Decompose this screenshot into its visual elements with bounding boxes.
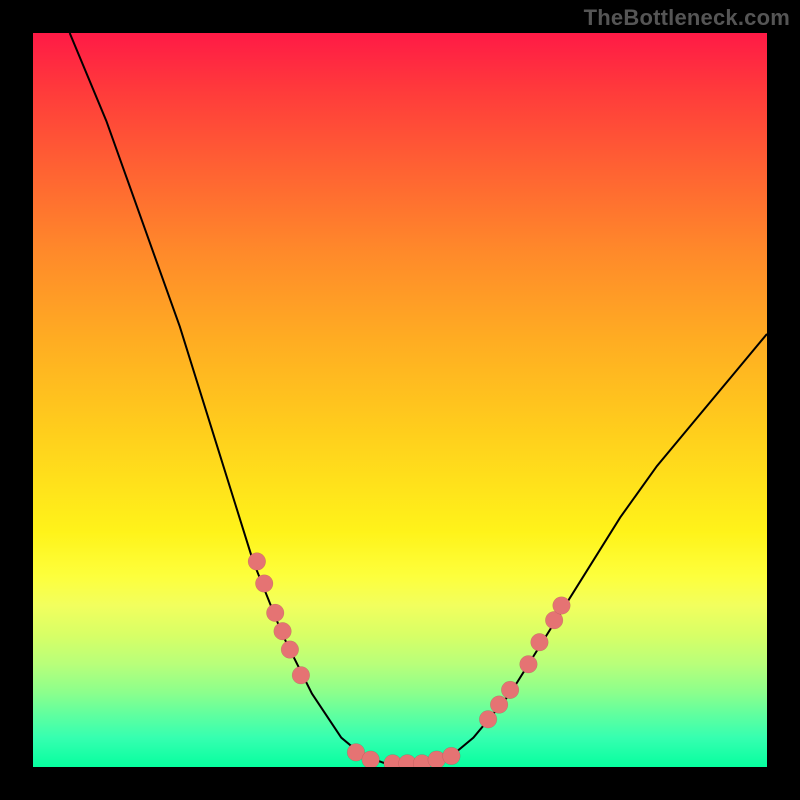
data-point [501, 681, 519, 699]
data-point [274, 622, 292, 640]
data-point [266, 604, 284, 622]
watermark-text: TheBottleneck.com [584, 5, 790, 31]
data-point [248, 553, 266, 571]
data-point [520, 655, 538, 673]
data-point [281, 641, 299, 659]
data-point [553, 597, 571, 615]
data-point [292, 666, 310, 684]
bottleneck-curve [70, 33, 767, 763]
data-points-group [248, 553, 570, 767]
plot-area [33, 33, 767, 767]
data-point [531, 633, 549, 651]
data-point [479, 710, 497, 728]
data-point [443, 747, 461, 765]
curve-svg [33, 33, 767, 767]
data-point [362, 751, 380, 767]
data-point [255, 575, 273, 593]
chart-frame: TheBottleneck.com [0, 0, 800, 800]
data-point [490, 696, 508, 714]
